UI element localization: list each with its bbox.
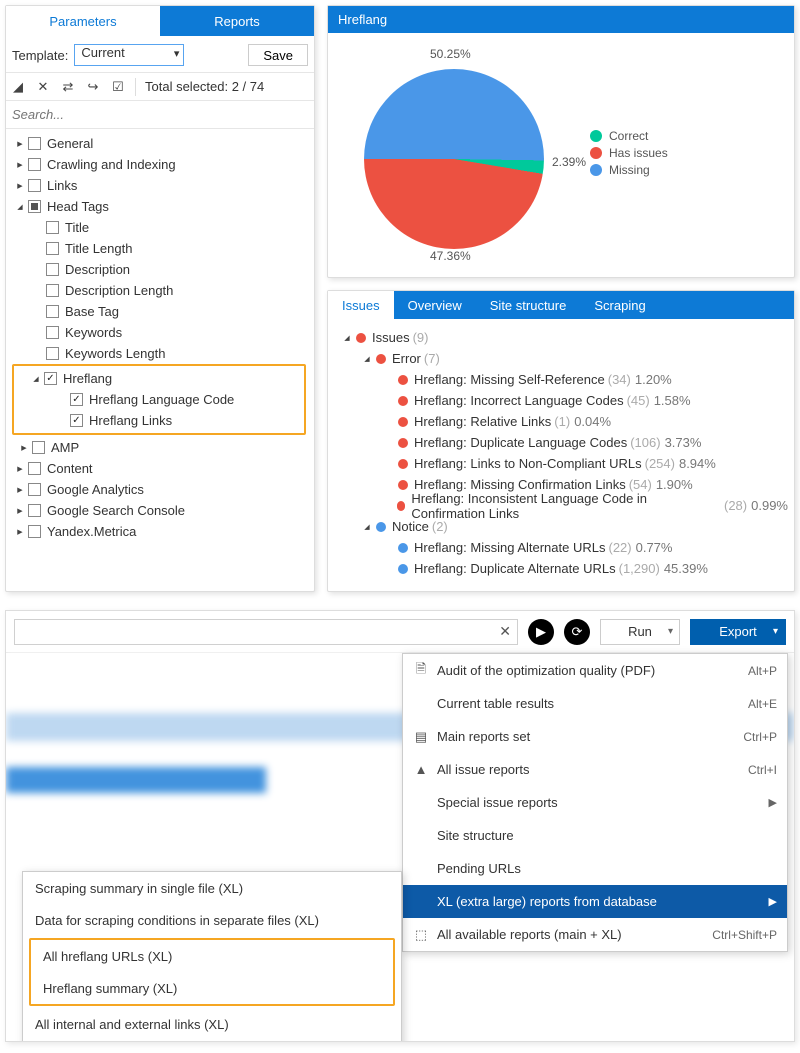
tree-item-description[interactable]: Description [10,259,310,280]
tree-item-hreflang-lang[interactable]: Hreflang Language Code [14,389,304,410]
toolbar-separator [135,78,136,96]
tree-item-yandex[interactable]: Yandex.Metrica [10,521,310,542]
search-input[interactable] [12,105,308,124]
top-bar: ✕ ▶ ⟳ Run Export [6,611,794,653]
highlight-hreflang: Hreflang Hreflang Language Code Hreflang… [12,364,306,435]
play-button[interactable]: ▶ [528,619,554,645]
tab-reports[interactable]: Reports [160,6,314,36]
tree-item-description-length[interactable]: Description Length [10,280,310,301]
menu-audit[interactable]: 🗎Audit of the optimization quality (PDF)… [403,654,787,687]
swap-icon[interactable]: ⇄ [60,79,76,95]
tab-issues[interactable]: Issues [328,291,394,319]
legend-correct: Correct [590,129,668,143]
box-icon: ⬚ [411,927,431,943]
left-tabs: Parameters Reports [6,6,314,36]
legend-has-issues: Has issues [590,146,668,160]
clear-icon[interactable]: ✕ [499,623,511,640]
save-button[interactable]: Save [248,44,308,66]
issue-row[interactable]: Hreflang: Links to Non-Compliant URLs (2… [334,453,788,474]
issue-row[interactable]: Hreflang: Missing Alternate URLs (22) 0.… [334,537,788,558]
menu-all-available[interactable]: ⬚All available reports (main + XL)Ctrl+S… [403,918,787,951]
refresh-button[interactable]: ⟳ [564,619,590,645]
tree-item-title[interactable]: Title [10,217,310,238]
template-row: Template: Current Save [6,36,314,73]
export-menu: 🗎Audit of the optimization quality (PDF)… [402,653,788,952]
pct-correct: 2.39% [552,155,586,169]
template-label: Template: [12,48,68,63]
tree-item-gsc[interactable]: Google Search Console [10,500,310,521]
menu-all-issues[interactable]: ▲All issue reportsCtrl+I [403,753,787,786]
chart-legend: Correct Has issues Missing [590,126,668,180]
tree-item-keywords-length[interactable]: Keywords Length [10,343,310,364]
tree-item-head-tags[interactable]: Head Tags [10,196,310,217]
menu-current-table[interactable]: Current table resultsAlt+E [403,687,787,720]
tree-item-title-length[interactable]: Title Length [10,238,310,259]
check-all-icon[interactable]: ☑ [110,79,126,95]
parameters-tree: General Crawling and Indexing Links Head… [6,129,314,552]
bottom-panel: ✕ ▶ ⟳ Run Export 🗎Audit of the optimizat… [5,610,795,1042]
tree-item-general[interactable]: General [10,133,310,154]
address-bar[interactable]: ✕ [14,619,518,645]
menu-pending-urls[interactable]: Pending URLs [403,852,787,885]
submenu-hreflang-summary[interactable]: Hreflang summary (XL) [31,972,393,1004]
submenu-scraping-summary[interactable]: Scraping summary in single file (XL) [23,872,401,904]
issue-row[interactable]: Hreflang: Missing Self-Reference (34) 1.… [334,369,788,390]
pie-chart: 50.25% 2.39% 47.36% [340,43,570,263]
pdf-icon: 🗎 [411,660,431,682]
pct-hasissues: 47.36% [430,249,471,263]
run-button[interactable]: Run [600,619,680,645]
highlight-hreflang-submenu: All hreflang URLs (XL) Hreflang summary … [29,938,395,1006]
redo-icon[interactable]: ↪ [85,79,101,95]
pct-missing: 50.25% [430,47,471,61]
menu-xl-reports[interactable]: XL (extra large) reports from database▶ [403,885,787,918]
issue-row[interactable]: Hreflang: Inconsistent Language Code in … [334,495,788,516]
issue-row[interactable]: Hreflang: Incorrect Language Codes (45) … [334,390,788,411]
tree-item-hreflang-links[interactable]: Hreflang Links [14,410,304,431]
tab-site-structure[interactable]: Site structure [476,291,581,319]
template-select[interactable]: Current [74,44,184,66]
stack-icon: ▤ [411,729,431,745]
collapse-icon[interactable]: ✕ [35,79,51,95]
issue-row[interactable]: Hreflang: Duplicate Alternate URLs (1,29… [334,558,788,579]
issue-row[interactable]: Hreflang: Relative Links (1) 0.04% [334,411,788,432]
eraser-icon[interactable]: ◢ [10,79,26,95]
menu-main-reports[interactable]: ▤Main reports setCtrl+P [403,720,787,753]
tree-item-links[interactable]: Links [10,175,310,196]
menu-site-structure[interactable]: Site structure [403,819,787,852]
issue-row[interactable]: Error (7) [334,348,788,369]
issue-row[interactable]: Hreflang: Duplicate Language Codes (106)… [334,432,788,453]
submenu-unique-urls[interactable]: All unique URLs & anchors (XL) [23,1040,401,1042]
tree-item-crawling[interactable]: Crawling and Indexing [10,154,310,175]
tab-scraping[interactable]: Scraping [580,291,659,319]
issues-panel: Issues Overview Site structure Scraping … [327,290,795,592]
submenu-scraping-separate[interactable]: Data for scraping conditions in separate… [23,904,401,936]
warning-icon: ▲ [411,762,431,777]
xl-submenu: Scraping summary in single file (XL) Dat… [22,871,402,1042]
chart-panel: Hreflang 50.25% 2.39% 47.36% Correct Has… [327,5,795,278]
export-button[interactable]: Export [690,619,786,645]
tab-parameters[interactable]: Parameters [6,6,160,36]
tree-item-keywords[interactable]: Keywords [10,322,310,343]
issue-row[interactable]: Issues (9) [334,327,788,348]
submenu-all-links[interactable]: All internal and external links (XL) [23,1008,401,1040]
chart-title: Hreflang [328,6,794,33]
tree-item-ga[interactable]: Google Analytics [10,479,310,500]
tab-overview[interactable]: Overview [394,291,476,319]
tree-item-amp[interactable]: AMP [10,437,310,458]
menu-special-issues[interactable]: Special issue reports▶ [403,786,787,819]
submenu-all-hreflang[interactable]: All hreflang URLs (XL) [31,940,393,972]
tree-item-hreflang[interactable]: Hreflang [14,368,304,389]
tree-item-base-tag[interactable]: Base Tag [10,301,310,322]
params-toolbar: ◢ ✕ ⇄ ↪ ☑ Total selected: 2 / 74 [6,73,314,101]
issues-tabs: Issues Overview Site structure Scraping [328,291,794,319]
parameters-panel: Parameters Reports Template: Current Sav… [5,5,315,592]
tree-item-content[interactable]: Content [10,458,310,479]
legend-missing: Missing [590,163,668,177]
total-selected-label: Total selected: 2 / 74 [145,79,264,94]
